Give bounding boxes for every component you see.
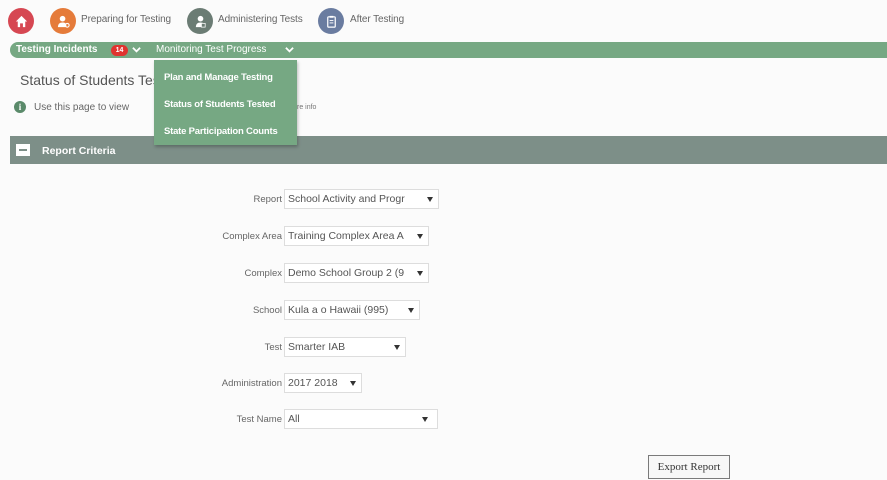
- page-title: Status of Students Tested: [20, 72, 164, 88]
- report-label: Report: [253, 194, 282, 205]
- complex-select[interactable]: Demo School Group 2 (9: [284, 263, 429, 283]
- secondary-nav-bar: Testing Incidents 14 Monitoring Test Pro…: [10, 42, 887, 58]
- top-navigation: Preparing for Testing Administering Test…: [0, 0, 887, 42]
- monitoring-test-progress-link[interactable]: Monitoring Test Progress: [156, 44, 266, 55]
- testing-incidents-link[interactable]: Testing Incidents: [16, 44, 98, 55]
- complex-area-select[interactable]: Training Complex Area A: [284, 226, 429, 246]
- chevron-down-icon[interactable]: [132, 46, 141, 54]
- menu-item-plan-and-manage-testing[interactable]: Plan and Manage Testing: [164, 72, 273, 83]
- nav-preparing-for-testing[interactable]: Preparing for Testing: [81, 14, 171, 25]
- nav-administering-tests[interactable]: Administering Tests: [218, 14, 303, 25]
- administration-select[interactable]: 2017 2018: [284, 373, 362, 393]
- report-select[interactable]: School Activity and Progr: [284, 189, 439, 209]
- menu-item-status-of-students-tested[interactable]: Status of Students Tested: [164, 99, 276, 110]
- collapse-icon[interactable]: [16, 144, 30, 156]
- school-label: School: [252, 305, 282, 316]
- report-criteria-header[interactable]: Report Criteria: [10, 136, 887, 164]
- administration-label: Administration: [221, 378, 282, 389]
- monitoring-dropdown-menu: Plan and Manage Testing Status of Studen…: [154, 60, 297, 145]
- user-proctor-icon[interactable]: [187, 8, 213, 34]
- test-label: Test: [264, 342, 282, 353]
- menu-item-state-participation-counts[interactable]: State Participation Counts: [164, 126, 278, 137]
- nav-after-testing[interactable]: After Testing: [350, 14, 404, 25]
- school-select[interactable]: Kula a o Hawaii (995): [284, 300, 420, 320]
- clipboard-icon[interactable]: [318, 8, 344, 34]
- test-name-label: Test Name: [236, 414, 282, 425]
- user-gear-icon[interactable]: [50, 8, 76, 34]
- info-icon: i: [14, 101, 26, 113]
- chevron-down-icon[interactable]: [285, 46, 294, 54]
- test-name-select[interactable]: All: [284, 409, 438, 429]
- report-criteria-label: Report Criteria: [42, 145, 116, 157]
- more-info-link[interactable]: re info: [297, 104, 316, 111]
- home-icon[interactable]: [8, 8, 34, 34]
- complex-area-label: Complex Area: [222, 231, 282, 242]
- export-report-button[interactable]: Export Report: [648, 455, 730, 479]
- info-text: Use this page to view: [34, 102, 130, 113]
- test-select[interactable]: Smarter IAB: [284, 337, 406, 357]
- complex-label: Complex: [244, 268, 283, 279]
- incidents-count-badge: 14: [111, 45, 128, 56]
